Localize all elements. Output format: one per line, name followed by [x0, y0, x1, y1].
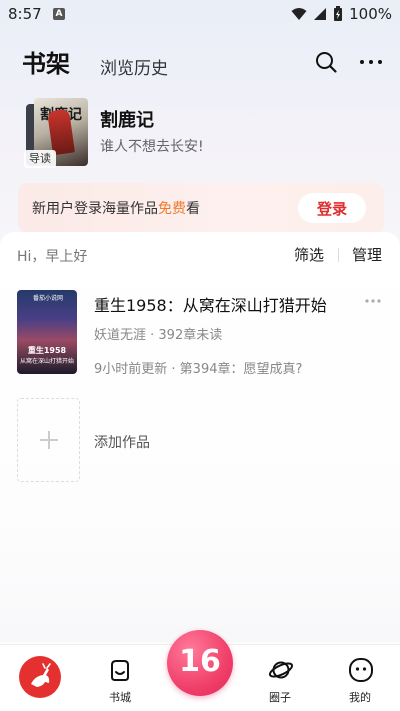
cover-badge: 番茄小说网	[33, 295, 64, 302]
planet-icon	[268, 661, 294, 679]
notification-icon: A	[53, 8, 65, 20]
center-anniversary-button[interactable]: 16	[167, 630, 233, 696]
book-item[interactable]: 番茄小说网 重生1958 从窝在深山打猎开始 重生1958：从窝在深山打猎开始 …	[17, 290, 387, 377]
divider	[338, 248, 339, 262]
featured-description: 谁人不想去长安!	[100, 139, 204, 155]
nav-circle-label: 圈子	[269, 691, 291, 704]
add-book-label[interactable]: 添加作品	[94, 432, 150, 452]
guide-tag: 导读	[24, 150, 56, 168]
wifi-icon	[291, 8, 307, 20]
more-options-icon[interactable]	[358, 50, 384, 74]
login-promo-text: 新用户登录海量作品免费看	[32, 198, 200, 218]
battery-icon	[334, 6, 343, 21]
book-meta: 妖道无涯 · 392章未读	[94, 328, 223, 343]
status-right: 100%	[291, 5, 392, 23]
manage-button[interactable]: 管理	[352, 244, 382, 265]
header: 书架 浏览历史	[0, 40, 400, 84]
search-icon[interactable]	[314, 50, 338, 74]
tab-bookshelf[interactable]: 书架	[22, 44, 70, 79]
book-title[interactable]: 重生1958：从窝在深山打猎开始	[94, 292, 327, 316]
promo-free: 免费	[158, 201, 186, 217]
login-banner[interactable]: 新用户登录海量作品免费看 登录	[18, 183, 384, 233]
deer-logo-icon	[31, 663, 51, 687]
signal-icon	[314, 8, 327, 20]
book-update: 9小时前更新 · 第394章：愿望成真?	[94, 362, 303, 377]
status-time: 8:57	[8, 5, 42, 23]
promo-text-after: 看	[186, 201, 200, 217]
status-bar: 8:57 A 100%	[0, 0, 400, 28]
tab-history[interactable]: 浏览历史	[100, 54, 168, 79]
battery-percent: 100%	[349, 5, 392, 23]
app-logo-home-button[interactable]	[19, 656, 61, 698]
login-button[interactable]: 登录	[298, 193, 366, 223]
nav-profile[interactable]: 我的	[332, 657, 388, 709]
profile-face-icon	[349, 658, 373, 682]
nav-bookstore-label: 书城	[109, 691, 131, 704]
nav-circle[interactable]: 圈子	[252, 657, 308, 709]
filter-button[interactable]: 筛选	[294, 244, 324, 265]
plus-icon-vertical	[48, 431, 50, 449]
greeting: Hi，早上好	[17, 249, 88, 265]
book-cover[interactable]: 番茄小说网 重生1958 从窝在深山打猎开始	[17, 290, 77, 374]
cover-title-line1: 重生1958	[27, 346, 67, 355]
featured-book[interactable]: 割鹿记 导读 割鹿记 谁人不想去长安!	[24, 96, 384, 168]
center-label: 16	[179, 644, 221, 679]
nav-profile-label: 我的	[349, 691, 371, 704]
book-more-icon[interactable]	[364, 294, 382, 308]
featured-cover[interactable]: 割鹿记 导读	[24, 98, 88, 168]
add-book-item[interactable]: 添加作品	[17, 398, 317, 482]
nav-bookstore[interactable]: 书城	[92, 657, 148, 709]
bookstore-icon	[111, 660, 129, 681]
add-book-button[interactable]	[17, 398, 80, 482]
bookshelf-panel: Hi，早上好 筛选 管理 番茄小说网 重生1958 从窝在深山打猎开始 重生19…	[0, 232, 400, 642]
featured-title[interactable]: 割鹿记	[100, 106, 154, 132]
promo-text-before: 新用户登录海量作品	[32, 201, 158, 217]
cover-title-line2: 从窝在深山打猎开始	[19, 358, 74, 365]
